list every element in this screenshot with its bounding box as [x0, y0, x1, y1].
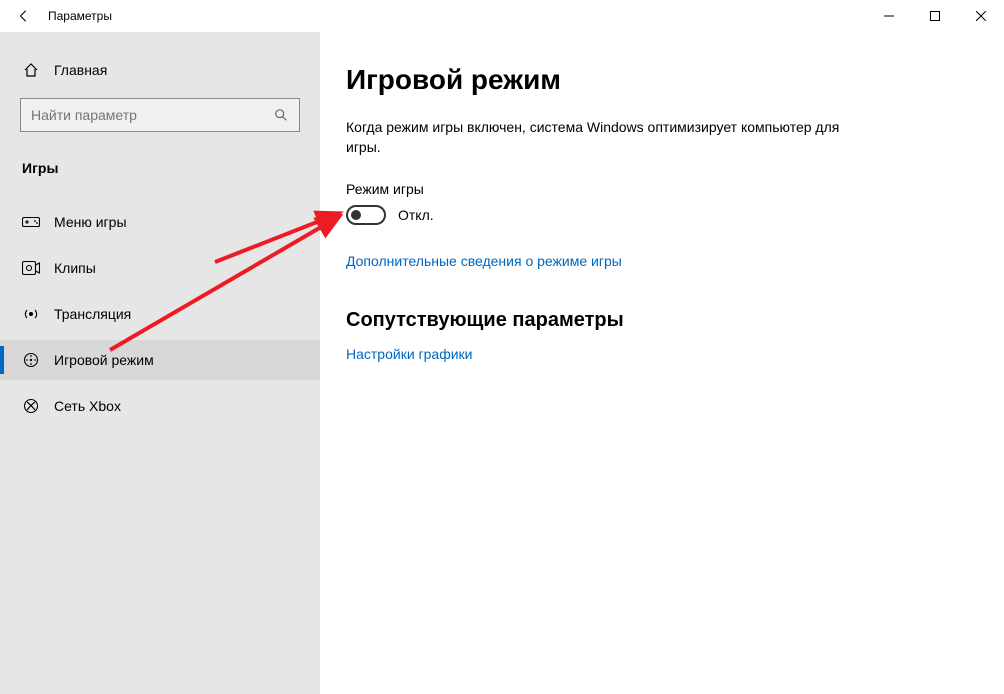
- back-button[interactable]: [0, 0, 48, 32]
- toggle-knob-icon: [351, 210, 361, 220]
- search-input[interactable]: [31, 107, 273, 123]
- game-mode-icon: [22, 352, 40, 368]
- sidebar: Главная Игры Меню игры Клипы: [0, 32, 320, 694]
- sidebar-item-label: Сеть Xbox: [54, 398, 121, 414]
- maximize-button[interactable]: [912, 0, 958, 32]
- page-description: Когда режим игры включен, система Window…: [346, 118, 866, 157]
- learn-more-link[interactable]: Дополнительные сведения о режиме игры: [346, 253, 622, 269]
- sidebar-item-label: Клипы: [54, 260, 96, 276]
- minimize-button[interactable]: [866, 0, 912, 32]
- sidebar-item-broadcasting[interactable]: Трансляция: [0, 294, 320, 334]
- related-settings-title: Сопутствующие параметры: [346, 309, 964, 332]
- sidebar-item-game-mode[interactable]: Игровой режим: [0, 340, 320, 380]
- maximize-icon: [930, 11, 940, 21]
- broadcast-icon: [22, 306, 40, 322]
- window-title: Параметры: [48, 9, 112, 23]
- toggle-label: Режим игры: [346, 181, 964, 197]
- game-mode-toggle[interactable]: [346, 205, 386, 225]
- toggle-state-text: Откл.: [398, 207, 434, 223]
- graphics-settings-link[interactable]: Настройки графики: [346, 346, 473, 362]
- main-content: Игровой режим Когда режим игры включен, …: [320, 32, 1004, 694]
- sidebar-item-label: Меню игры: [54, 214, 127, 230]
- search-icon: [273, 108, 289, 122]
- close-icon: [976, 11, 986, 21]
- minimize-icon: [884, 11, 894, 21]
- close-button[interactable]: [958, 0, 1004, 32]
- category-header: Игры: [0, 150, 320, 184]
- sidebar-item-game-bar[interactable]: Меню игры: [0, 202, 320, 242]
- home-label: Главная: [54, 62, 107, 78]
- game-bar-icon: [22, 215, 40, 229]
- sidebar-item-captures[interactable]: Клипы: [0, 248, 320, 288]
- captures-icon: [22, 261, 40, 275]
- sidebar-item-label: Игровой режим: [54, 352, 154, 368]
- search-input-box[interactable]: [20, 98, 300, 132]
- sidebar-item-xbox-network[interactable]: Сеть Xbox: [0, 386, 320, 426]
- home-icon: [22, 62, 40, 78]
- xbox-icon: [22, 398, 40, 414]
- sidebar-item-label: Трансляция: [54, 306, 131, 322]
- page-title: Игровой режим: [346, 64, 964, 96]
- home-button[interactable]: Главная: [0, 52, 320, 88]
- arrow-left-icon: [17, 9, 31, 23]
